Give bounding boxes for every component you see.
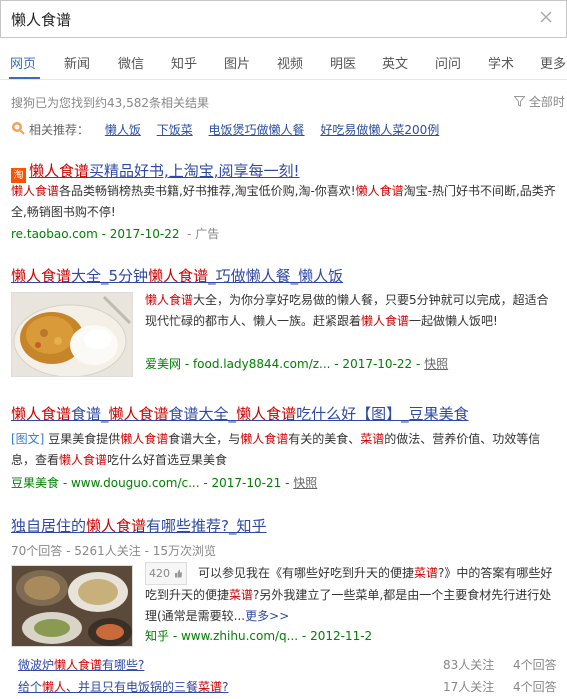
filter-label: 全部时: [528, 95, 565, 109]
query-highlight: 懒人食谱: [11, 405, 72, 423]
result-title[interactable]: 懒人食谱食谱_懒人食谱食谱大全_懒人食谱吃什么好【图】_豆果美食: [11, 403, 469, 424]
result-count: 搜狗已为您找到约43,582条相关结果: [11, 96, 209, 110]
query-highlight: 懒人食谱: [11, 267, 72, 285]
tab-academic[interactable]: 学术: [488, 53, 514, 72]
result-snippet: 420 可以参见我在《有哪些好吃到升天的便捷菜谱?》中的答案有哪些好吃到升天的便…: [145, 562, 561, 627]
tab-more[interactable]: 更多: [540, 53, 566, 72]
query-highlight: 懒人食谱: [148, 267, 209, 285]
related-label: 相关推荐：: [29, 123, 90, 137]
vertical-tabs: 网页 新闻 微信 知乎 图片 视频 明医 英文 问问 学术 更多: [0, 46, 567, 80]
curry-rice-image: [12, 293, 132, 376]
result-snippet: 懒人食谱各品类畅销榜热卖书籍,好书推荐,淘宝低价购,淘-你喜欢!懒人食谱淘宝-热…: [11, 184, 556, 219]
query-highlight: 懒人食谱: [54, 658, 103, 672]
result-url[interactable]: 知乎 - www.zhihu.com/q... - 2012-11-2: [145, 627, 372, 644]
tab-wenwen[interactable]: 问问: [435, 53, 461, 72]
search-icon: [12, 122, 25, 135]
tab-news[interactable]: 新闻: [64, 53, 90, 72]
dishes-image: [12, 566, 132, 646]
result-title[interactable]: 独自居住的懒人食谱有哪些推荐?_知乎: [11, 515, 267, 536]
snapshot-link[interactable]: 快照: [424, 357, 448, 371]
result-snippet: 懒人食谱大全，为你分享好吃易做的懒人餐，只要5分钟就可以完成，超适合现代忙碌的都…: [145, 293, 549, 328]
related-link[interactable]: 好吃易做懒人菜200例: [320, 123, 439, 137]
tab-images[interactable]: 图片: [224, 53, 250, 72]
question-meta: 70个回答 - 5261人关注 - 15万次浏览: [11, 544, 216, 558]
filter-icon: [513, 96, 526, 107]
tab-video[interactable]: 视频: [277, 53, 303, 72]
tab-zhihu[interactable]: 知乎: [171, 53, 197, 72]
query-highlight: 懒人食谱: [108, 405, 169, 423]
question-answers: 4个回答: [513, 658, 557, 672]
question-followers: 83人关注: [443, 658, 495, 672]
tab-medical[interactable]: 明医: [330, 53, 356, 72]
question-answers: 4个回答: [513, 680, 557, 694]
question-followers: 17人关注: [443, 680, 495, 694]
snapshot-link[interactable]: 快照: [293, 476, 317, 490]
query-highlight: 懒人食谱: [86, 517, 147, 535]
query-highlight: 懒人: [42, 680, 67, 694]
active-tab-indicator: [9, 77, 40, 79]
result-url[interactable]: re.taobao.com - 2017-10-22 - 广告: [11, 225, 219, 242]
related-question-link[interactable]: 给个懒人、并且只有电饭锅的三餐菜谱?: [18, 678, 228, 695]
thumbs-up-icon: [174, 569, 182, 578]
tab-web[interactable]: 网页: [10, 53, 36, 72]
related-question-link[interactable]: 微波炉懒人食谱有哪些?: [18, 656, 144, 673]
related-link[interactable]: 下饭菜: [157, 123, 193, 137]
time-filter[interactable]: 全部时: [513, 93, 565, 110]
rich-text-tag: [图文]: [11, 432, 45, 446]
tab-wechat[interactable]: 微信: [118, 53, 144, 72]
tab-english[interactable]: 英文: [382, 53, 408, 72]
related-searches: 相关推荐： 懒人饭 下饭菜 电饭煲巧做懒人餐 好吃易做懒人菜200例: [11, 121, 439, 138]
query-highlight: 懒人食谱: [236, 405, 297, 423]
search-input[interactable]: 懒人食谱: [0, 0, 567, 38]
search-query[interactable]: 懒人食谱: [11, 9, 71, 30]
result-url[interactable]: 爱美网 - food.lady8844.com/z... - 2017-10-2…: [145, 355, 448, 372]
result-url[interactable]: 豆果美食 - www.douguo.com/c... - 2017-10-21 …: [11, 474, 317, 491]
result-title[interactable]: 淘懒人食谱买精品好书,上淘宝,阅享每一刻!: [11, 160, 300, 183]
result-snippet: [图文] 豆果美食提供懒人食谱食谱大全，与懒人食谱有关的美食、菜谱的做法、营养价…: [11, 432, 541, 467]
related-link[interactable]: 电饭煲巧做懒人餐: [209, 123, 305, 137]
vote-count: 420: [145, 562, 187, 585]
related-link[interactable]: 懒人饭: [105, 123, 141, 137]
query-highlight: 菜谱: [198, 680, 223, 694]
food-thumbnail[interactable]: [11, 565, 133, 647]
more-link[interactable]: 更多>>: [245, 609, 289, 623]
ad-label: - 广告: [187, 227, 220, 241]
food-thumbnail[interactable]: [11, 292, 133, 377]
close-icon[interactable]: [538, 9, 554, 25]
result-title[interactable]: 懒人食谱大全_5分钟懒人食谱_巧做懒人餐_懒人饭: [11, 265, 343, 286]
